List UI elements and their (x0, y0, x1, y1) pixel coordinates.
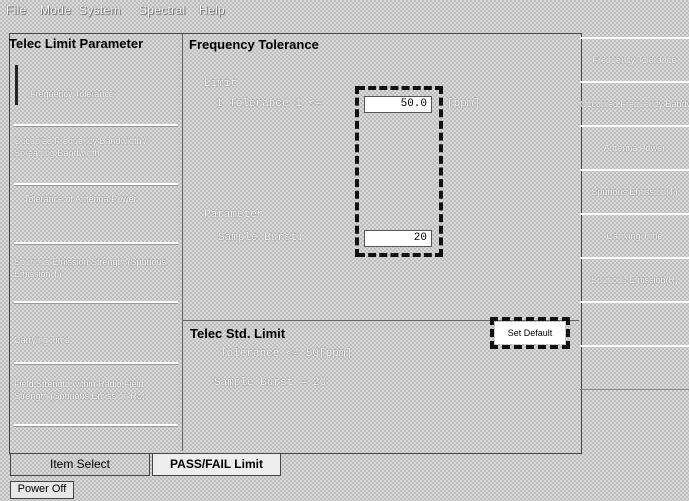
btn-carrying-time[interactable]: Carrying Time (580, 213, 689, 258)
std-sample-text: Sample Burst = 20 (214, 377, 327, 389)
list-title: Telec Limit Parameter (9, 36, 144, 51)
tab-item-select[interactable]: Item Select (10, 454, 150, 476)
param-separator (14, 301, 178, 304)
highlight-box (566, 317, 570, 349)
param-separator (14, 183, 178, 186)
highlight-box (357, 86, 443, 90)
param-separator (14, 242, 178, 245)
highlight-box (490, 345, 570, 349)
menu-help[interactable]: Help (199, 3, 225, 17)
btn-spurious-emission-r[interactable]: Spurious Emission(R) (580, 257, 689, 302)
limit-label: Limit (204, 78, 238, 90)
highlight-box (490, 317, 570, 321)
param-separator (14, 424, 178, 427)
highlight-box (490, 317, 494, 349)
section-title: Frequency Tolerance (189, 37, 319, 52)
btn-empty-7[interactable] (580, 301, 689, 346)
menu-bar: File Mode System Spectral Help (0, 0, 689, 22)
highlight-box (355, 86, 359, 257)
menu-file[interactable]: File (6, 3, 27, 17)
btn-empty-8[interactable] (580, 345, 689, 390)
btn-spurious-emission-t[interactable]: Spurious Emission(T) (580, 169, 689, 214)
highlight-box (439, 86, 443, 257)
highlight-box (357, 253, 443, 257)
std-limit-title: Telec Std. Limit (190, 326, 286, 341)
param-spurious-emission-r[interactable]: Field Strength within Radio Field Streng… (14, 378, 178, 402)
btn-frequency-tolerance[interactable]: Frequency Tolerance (580, 37, 689, 82)
sample-burst-input[interactable]: 20 (364, 230, 432, 247)
param-separator (14, 362, 178, 365)
btn-occupied-bandwidth[interactable]: Occupied Frequency Bandwidth / Spreading… (580, 81, 689, 126)
sample-burst-label: Sample Burst: (218, 232, 304, 244)
menu-mode[interactable]: Mode (40, 3, 71, 17)
param-antenna-power[interactable]: Tolerance of Antenna Power (24, 193, 164, 205)
std-tolerance-text: Tolerance <= 50[ppm] (220, 348, 353, 360)
menu-system[interactable]: System (79, 3, 121, 17)
tolerance-label: 1 Tolerance 1 <= (216, 98, 322, 110)
param-carrying-time[interactable]: Carrying Time (14, 334, 178, 346)
parameter-label: Parameter (204, 209, 264, 221)
param-spurious-emission-t[interactable]: Spurious Emission Strength (Spurious Emi… (14, 256, 178, 280)
set-default-button[interactable]: Set Default (495, 322, 565, 344)
selection-indicator (15, 65, 18, 105)
param-separator (14, 124, 178, 127)
param-frequency-tolerance[interactable]: Frequency Tolerance (30, 88, 170, 100)
power-off-button[interactable]: Power Off (10, 481, 74, 499)
param-occupied-bandwidth[interactable]: Occupied Frequency Bandwidth / Spreading… (14, 135, 178, 159)
tolerance-unit: [ppm] (447, 98, 481, 110)
menu-spectral[interactable]: Spectral (139, 3, 185, 17)
tolerance-input[interactable]: 50.0 (364, 96, 432, 113)
btn-antenna-power[interactable]: Antenna Power (580, 125, 689, 170)
tab-pass-fail-limit[interactable]: PASS/FAIL Limit (152, 454, 281, 476)
